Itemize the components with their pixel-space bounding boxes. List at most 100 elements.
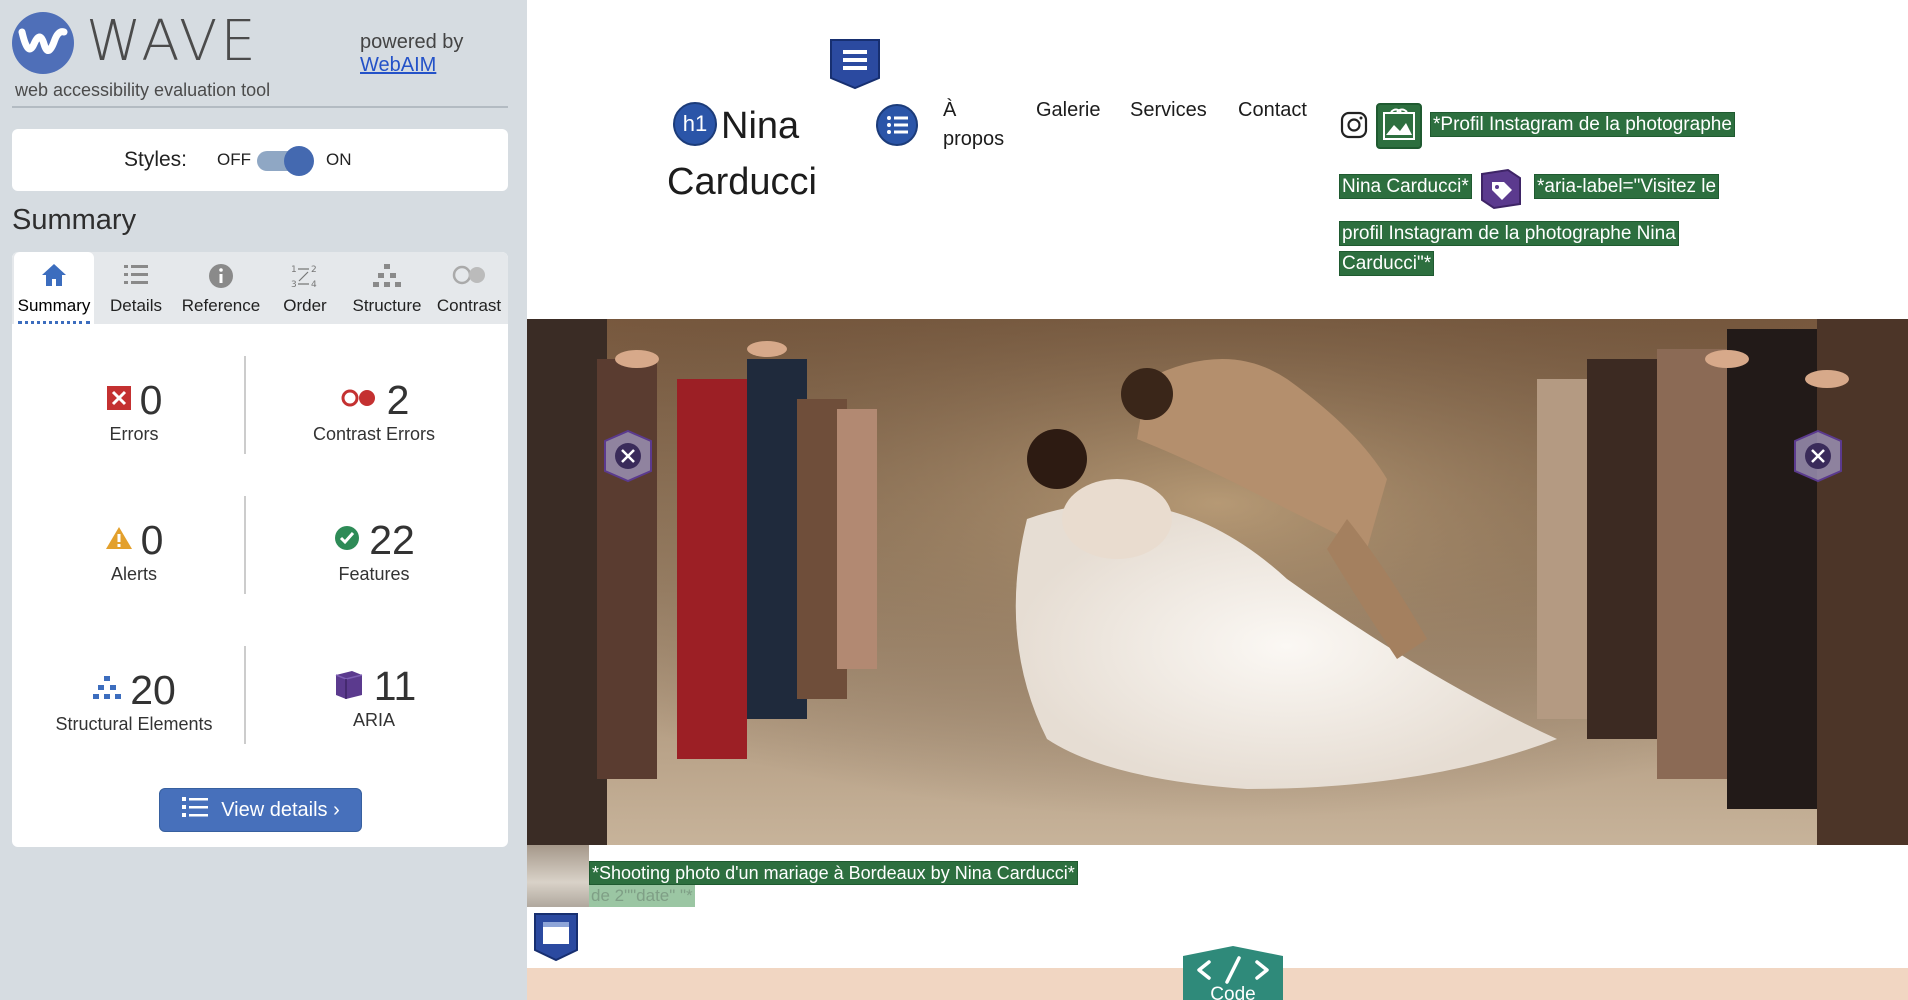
hero-wedding-photo <box>527 319 1908 845</box>
contrast-errors-count: 2 <box>386 376 410 423</box>
h1-badge: h1 <box>673 101 717 146</box>
wave-region-badge[interactable] <box>533 912 579 962</box>
evaluated-page: h1 Nina Carducci À propos Galerie Service… <box>527 0 1908 1000</box>
alt-text-line2: Nina Carducci* <box>1339 174 1472 199</box>
tab-structure-label: Structure <box>352 296 422 315</box>
aria-label-line2-text: profil Instagram de la photographe Nina <box>1339 221 1679 246</box>
code-badge-label: Code <box>1210 984 1256 1000</box>
tab-details-label: Details <box>110 296 162 315</box>
stat-divider <box>244 496 246 594</box>
svg-text:1: 1 <box>291 265 297 275</box>
stat-structural[interactable]: 20 Structural Elements <box>12 668 256 735</box>
contrast-errors-label: Contrast Errors <box>312 424 436 444</box>
tab-order-label: Order <box>283 296 327 315</box>
contrast-error-icon <box>339 387 379 414</box>
feature-check-icon <box>333 524 361 557</box>
nav-list-icon[interactable] <box>875 103 919 147</box>
styles-toggle-box: Styles: OFF ON <box>12 129 508 191</box>
svg-text:2: 2 <box>311 265 317 275</box>
tab-structure[interactable]: Structure <box>346 252 428 324</box>
stat-features[interactable]: 22 Features <box>264 518 484 585</box>
svg-text:4: 4 <box>311 280 317 290</box>
carousel-next-badge[interactable] <box>1791 429 1845 488</box>
wave-tagline: web accessibility evaluation tool <box>15 80 271 100</box>
home-icon <box>14 262 94 292</box>
tab-reference[interactable]: Reference <box>178 252 264 324</box>
aria-label-line3: Carducci"* <box>1339 251 1435 276</box>
site-brand[interactable]: h1 Nina Carducci <box>667 98 867 210</box>
view-details-label: View details › <box>221 798 340 821</box>
nav-about-line1: À <box>943 99 957 121</box>
linked-image-icon[interactable] <box>1376 103 1422 149</box>
tab-contrast[interactable]: Contrast <box>432 252 506 324</box>
error-icon <box>106 385 132 416</box>
styles-label: Styles: <box>124 148 188 171</box>
caption-overlap-text: de 2""date" "* <box>589 885 695 907</box>
tab-reference-label: Reference <box>181 296 261 315</box>
tab-contrast-label: Contrast <box>436 296 502 315</box>
nav-services[interactable]: Services <box>1130 96 1207 125</box>
aria-count: 11 <box>373 662 417 709</box>
webaim-link[interactable]: WebAIM <box>360 54 436 77</box>
structural-count: 20 <box>130 666 176 713</box>
instagram-icon[interactable] <box>1340 111 1370 141</box>
alerts-label: Alerts <box>110 564 157 584</box>
tab-details[interactable]: Details <box>102 252 170 324</box>
tab-bar: Summary Details Reference 1 2 3 4 Order Str… <box>12 252 508 324</box>
alert-icon <box>105 525 133 556</box>
tab-summary-label: Summary <box>17 296 91 315</box>
info-icon <box>178 262 264 292</box>
list-icon <box>181 796 209 824</box>
nav-contact[interactable]: Contact <box>1238 96 1307 125</box>
image-alt-caption-text: *Shooting photo d'un mariage à Bordeaux … <box>589 861 1078 885</box>
wave-sidebar: WAVE web accessibility evaluation tool p… <box>0 0 527 1000</box>
nav-about-line2: propos <box>943 128 1005 150</box>
view-details-button[interactable]: View details › <box>159 788 362 832</box>
contrast-icon <box>432 262 506 292</box>
aria-label-line3-text: Carducci"* <box>1339 251 1435 276</box>
structure-icon <box>346 262 428 292</box>
structure-icon <box>92 674 122 707</box>
alerts-count: 0 <box>140 516 164 563</box>
errors-count: 0 <box>139 376 163 423</box>
powered-by-text: powered by <box>360 31 464 53</box>
styles-toggle-knob[interactable] <box>284 146 314 176</box>
carousel-prev-badge[interactable] <box>601 429 655 488</box>
nav-about[interactable]: À propos <box>943 96 1004 154</box>
wave-list-badge[interactable] <box>829 38 881 90</box>
aria-label-tag-icon[interactable] <box>1478 166 1524 212</box>
list-icon <box>102 262 170 292</box>
aria-label: ARIA <box>352 710 395 730</box>
errors-label: Errors <box>109 424 159 444</box>
brand-line1: Nina <box>721 105 800 147</box>
nav-gallery[interactable]: Galerie <box>1036 96 1100 125</box>
code-toggle-button[interactable]: Code <box>1169 944 1297 1000</box>
summary-heading: Summary <box>12 204 137 236</box>
tab-summary[interactable]: Summary <box>14 252 94 324</box>
svg-text:3: 3 <box>291 280 297 290</box>
tab-order[interactable]: 1 2 3 4 Order <box>274 252 336 324</box>
toggle-on-label: ON <box>326 150 352 169</box>
toggle-off-label: OFF <box>217 150 251 169</box>
aria-label-line1-text: *aria-label="Visitez le <box>1534 174 1720 199</box>
alt-text-line1-text: *Profil Instagram de la photographe <box>1430 112 1735 137</box>
aria-label-line2: profil Instagram de la photographe Nina <box>1339 221 1679 246</box>
stat-errors[interactable]: 0 Errors <box>24 378 244 445</box>
wave-logo-word: WAVE <box>86 9 259 74</box>
aria-cube-icon <box>332 667 366 706</box>
alt-text-line2-text: Nina Carducci* <box>1339 174 1472 199</box>
header-divider <box>12 106 508 108</box>
alt-text-line1: *Profil Instagram de la photographe <box>1430 112 1735 137</box>
wave-logo-icon <box>12 12 74 74</box>
brand-line2: Carducci <box>667 161 817 203</box>
stat-aria[interactable]: 11 ARIA <box>264 664 484 731</box>
aria-label-line1: *aria-label="Visitez le <box>1534 174 1720 199</box>
image-alt-caption: *Shooting photo d'un mariage à Bordeaux … <box>589 861 1078 885</box>
stat-divider <box>244 356 246 454</box>
structural-label: Structural Elements <box>55 714 213 734</box>
stat-contrast-errors[interactable]: 2 Contrast Errors <box>264 378 484 445</box>
features-count: 22 <box>369 516 415 563</box>
stat-alerts[interactable]: 0 Alerts <box>24 518 244 585</box>
caption-thumbnail <box>527 845 589 907</box>
order-icon: 1 2 3 4 <box>274 262 336 292</box>
